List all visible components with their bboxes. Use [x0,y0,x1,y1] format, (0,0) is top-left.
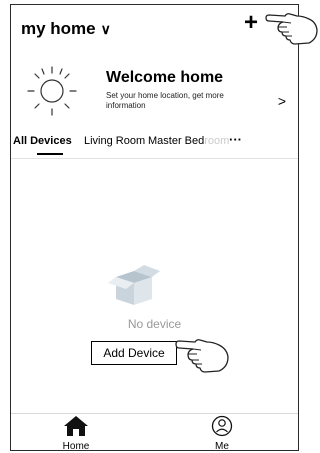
welcome-banner[interactable]: Welcome home Set your home location, get… [11,55,298,127]
header: my home ∨ + [11,5,298,49]
home-selector[interactable]: my home ∨ [21,19,111,39]
add-button[interactable]: + [244,11,258,35]
bottom-nav-divider [11,413,298,414]
chevron-down-icon: ∨ [100,20,111,37]
nav-me[interactable]: Me [192,415,252,451]
sun-icon [27,66,77,116]
tab-master-bedroom-label-faded: room [204,135,230,147]
empty-state-message: No device [127,317,182,331]
divider [11,158,298,159]
welcome-description: Set your home location, get more informa… [106,91,224,110]
tab-all-devices[interactable]: All Devices [13,135,72,147]
add-device-button[interactable]: Add Device [91,341,177,365]
app-screen: my home ∨ + Welcome home Set your home l… [10,4,299,451]
nav-home-label: Home [62,441,90,451]
chevron-right-icon: > [277,93,286,109]
tab-master-bedroom-label: Master Bed [148,135,205,147]
more-tabs-icon[interactable]: ··· [229,132,242,147]
active-tab-indicator [37,153,63,155]
home-icon [64,416,88,436]
welcome-title: Welcome home [106,69,224,86]
pointing-hand-icon [175,339,229,373]
tab-living-room[interactable]: Living Room [84,135,145,147]
nav-me-label: Me [215,441,229,451]
tab-master-bedroom[interactable]: Master Bedroom [148,135,229,147]
empty-box-icon [108,265,160,305]
user-icon [211,415,233,437]
home-name: my home [21,19,96,38]
room-tabs: All Devices Living Room Master Bedroom ·… [11,131,298,159]
pointing-hand-icon [265,13,318,45]
nav-home[interactable]: Home [46,415,106,451]
